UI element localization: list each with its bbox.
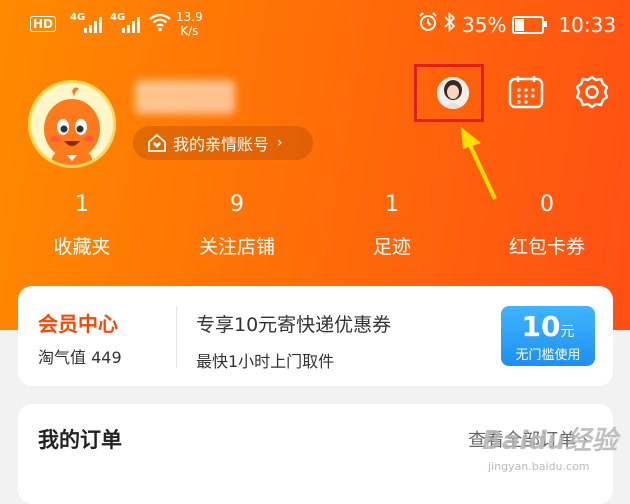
wifi-icon (148, 12, 172, 37)
member-center-card: 会员中心 淘气值 449 专享10元寄快递优惠券 最快1小时上门取件 10元 无… (18, 286, 613, 386)
stat-count: 1 (385, 192, 399, 217)
member-center-link[interactable]: 会员中心 (38, 308, 118, 337)
hd-indicator: HD (30, 16, 57, 32)
username-blurred (135, 80, 235, 114)
bluetooth-icon (444, 11, 456, 37)
status-bar: HD 4G 4G 13.9 K/s 35% 10:33 (0, 0, 630, 50)
family-account-label: 我的亲情账号 (173, 135, 270, 154)
settings-gear-icon[interactable] (574, 74, 610, 114)
watermark-url: jingyan.baidu.com (488, 460, 590, 473)
calendar-icon[interactable] (508, 75, 544, 113)
stat-favorites[interactable]: 1 收藏夹 (12, 192, 152, 259)
stat-followed-shops[interactable]: 9 关注店铺 (167, 192, 307, 259)
family-account-button[interactable]: 我的亲情账号 › (133, 126, 313, 160)
network-speed: 13.9 K/s (176, 10, 203, 38)
family-avatar-button[interactable] (437, 77, 469, 109)
coupon-unit: 元 (560, 324, 575, 340)
home-heart-icon (148, 134, 166, 152)
speed-unit: K/s (180, 24, 199, 38)
stat-count: 1 (75, 192, 89, 217)
coupon-text: 无门槛使用 (515, 348, 581, 363)
battery-percent: 35% (462, 12, 507, 37)
user-avatar[interactable] (28, 80, 116, 168)
coupon-button[interactable]: 10元 无门槛使用 (501, 306, 595, 366)
stat-label: 红包卡券 (508, 236, 585, 258)
chevron-right-icon: › (277, 135, 283, 151)
stat-count: 0 (540, 192, 554, 217)
highlight-box (414, 64, 484, 122)
clock: 10:33 (558, 12, 617, 37)
taoqi-points: 淘气值 449 (38, 348, 122, 367)
promo-subtitle: 最快1小时上门取件 (196, 352, 335, 371)
sim1-network-label: 4G (70, 12, 86, 23)
stat-count: 9 (230, 192, 244, 217)
sim2-signal-icon (122, 17, 142, 33)
coupon-amount: 10 (521, 310, 561, 343)
speed-value: 13.9 (176, 10, 203, 24)
stat-label: 足迹 (372, 236, 411, 258)
stat-footprints[interactable]: 1 足迹 (322, 192, 462, 259)
promo-title[interactable]: 专享10元寄快递优惠券 (196, 310, 391, 337)
watermark: Baidu经验 (482, 426, 618, 456)
divider (176, 306, 177, 368)
profile-header: HD 4G 4G 13.9 K/s 35% 10:33 我的亲情账号 › 1 收… (0, 0, 630, 330)
status-right: 35% 10:33 (418, 11, 617, 37)
sim1-signal-icon (84, 17, 104, 33)
battery-icon (512, 15, 548, 34)
stat-label: 关注店铺 (198, 236, 275, 258)
alarm-icon (418, 12, 438, 37)
stat-label: 收藏夹 (53, 236, 111, 258)
orders-title: 我的订单 (38, 428, 122, 452)
stat-coupons[interactable]: 0 红包卡券 (477, 192, 617, 259)
